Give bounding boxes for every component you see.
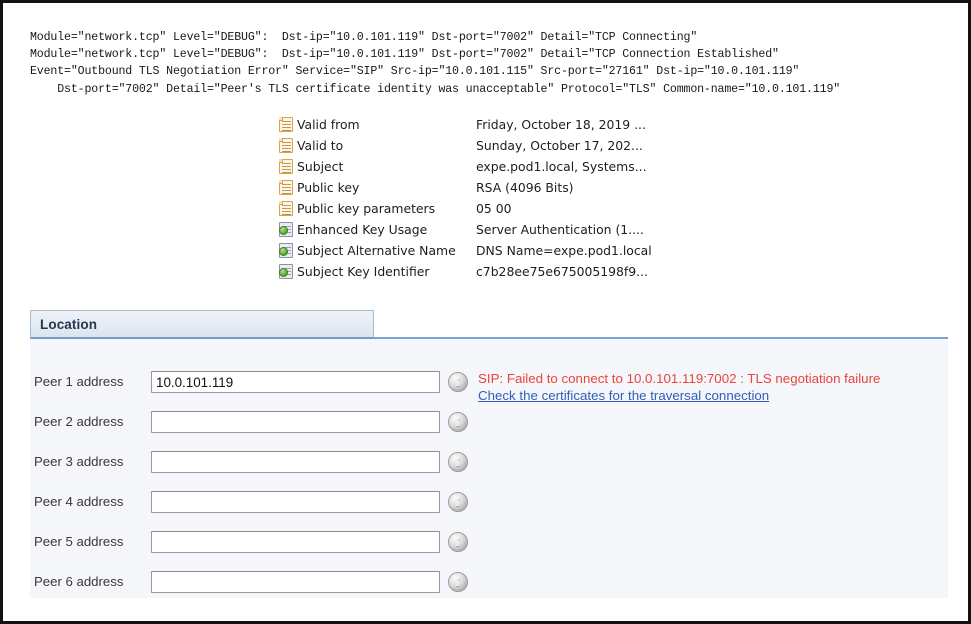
info-icon[interactable]: i	[448, 452, 468, 472]
certificate-row[interactable]: Valid to Sunday, October 17, 202...	[279, 135, 659, 156]
certificate-detail-list: Valid from Friday, October 18, 2019 ... …	[279, 114, 659, 282]
check-certificates-link[interactable]: Check the certificates for the traversal…	[478, 388, 769, 404]
log-line: Dst-port="7002" Detail="Peer's TLS certi…	[30, 81, 950, 98]
tab-strip: Location	[30, 310, 948, 340]
peer-2-address-label: Peer 2 address	[34, 414, 123, 429]
log-line: Module="network.tcp" Level="DEBUG": Dst-…	[30, 29, 950, 46]
log-line: Event="Outbound TLS Negotiation Error" S…	[30, 63, 950, 80]
peer-address-fields: Peer 1 address i SIP: Failed to connect …	[30, 339, 948, 598]
certificate-field-value: c7b28ee75e675005198f9...	[476, 264, 648, 279]
info-icon[interactable]: i	[448, 372, 468, 392]
certificate-field-icon	[279, 117, 293, 132]
field-row-peer-4: Peer 4 address i	[30, 491, 948, 515]
info-icon[interactable]: i	[448, 412, 468, 432]
info-icon[interactable]: i	[448, 492, 468, 512]
connection-error-message: SIP: Failed to connect to 10.0.101.119:7…	[478, 371, 948, 405]
location-form-panel: Location Peer 1 address i SIP: Failed to…	[30, 310, 948, 598]
info-icon-glyph: i	[449, 493, 467, 511]
certificate-field-label: Valid from	[297, 117, 360, 132]
tab-location-label: Location	[40, 317, 97, 332]
certificate-field-icon	[279, 180, 293, 195]
certificate-field-label: Subject	[297, 159, 343, 174]
certificate-row[interactable]: Public key RSA (4096 Bits)	[279, 177, 659, 198]
peer-5-address-input[interactable]	[151, 531, 440, 553]
field-row-peer-5: Peer 5 address i	[30, 531, 948, 555]
certificate-field-value: 05 00	[476, 201, 511, 216]
certificate-extension-icon	[279, 264, 293, 279]
certificate-field-icon	[279, 201, 293, 216]
certificate-row[interactable]: Subject expe.pod1.local, Systems...	[279, 156, 659, 177]
log-line: Module="network.tcp" Level="DEBUG": Dst-…	[30, 46, 950, 63]
tab-location[interactable]: Location	[30, 310, 374, 339]
certificate-field-value: Sunday, October 17, 202...	[476, 138, 643, 153]
certificate-field-value: Friday, October 18, 2019 ...	[476, 117, 646, 132]
certificate-field-label: Subject Key Identifier	[297, 264, 429, 279]
field-row-peer-3: Peer 3 address i	[30, 451, 948, 475]
field-row-peer-2: Peer 2 address i	[30, 411, 948, 435]
certificate-field-label: Subject Alternative Name	[297, 243, 456, 258]
peer-6-address-label: Peer 6 address	[34, 574, 123, 589]
certificate-field-value: expe.pod1.local, Systems...	[476, 159, 647, 174]
field-row-peer-1: Peer 1 address i SIP: Failed to connect …	[30, 371, 948, 395]
certificate-extension-icon	[279, 243, 293, 258]
info-icon-glyph: i	[449, 573, 467, 591]
certificate-row[interactable]: Public key parameters 05 00	[279, 198, 659, 219]
certificate-row[interactable]: Subject Key Identifier c7b28ee75e6750051…	[279, 261, 659, 282]
peer-1-address-input[interactable]	[151, 371, 440, 393]
certificate-field-label: Enhanced Key Usage	[297, 222, 427, 237]
certificate-field-value: RSA (4096 Bits)	[476, 180, 574, 195]
certificate-row[interactable]: Subject Alternative Name DNS Name=expe.p…	[279, 240, 659, 261]
certificate-field-label: Public key	[297, 180, 359, 195]
info-icon-glyph: i	[449, 533, 467, 551]
certificate-field-value: DNS Name=expe.pod1.local	[476, 243, 652, 258]
info-icon-glyph: i	[449, 413, 467, 431]
certificate-field-icon	[279, 138, 293, 153]
field-row-peer-6: Peer 6 address i	[30, 571, 948, 595]
info-icon-glyph: i	[449, 373, 467, 391]
certificate-row[interactable]: Enhanced Key Usage Server Authentication…	[279, 219, 659, 240]
peer-2-address-input[interactable]	[151, 411, 440, 433]
peer-1-address-label: Peer 1 address	[34, 374, 123, 389]
info-icon-glyph: i	[449, 453, 467, 471]
peer-3-address-input[interactable]	[151, 451, 440, 473]
info-icon[interactable]: i	[448, 532, 468, 552]
certificate-field-label: Public key parameters	[297, 201, 435, 216]
certificate-row[interactable]: Valid from Friday, October 18, 2019 ...	[279, 114, 659, 135]
certificate-field-label: Valid to	[297, 138, 343, 153]
info-icon[interactable]: i	[448, 572, 468, 592]
peer-4-address-input[interactable]	[151, 491, 440, 513]
peer-5-address-label: Peer 5 address	[34, 534, 123, 549]
peer-4-address-label: Peer 4 address	[34, 494, 123, 509]
certificate-field-value: Server Authentication (1....	[476, 222, 644, 237]
peer-6-address-input[interactable]	[151, 571, 440, 593]
peer-3-address-label: Peer 3 address	[34, 454, 123, 469]
certificate-extension-icon	[279, 222, 293, 237]
certificate-field-icon	[279, 159, 293, 174]
log-output: Module="network.tcp" Level="DEBUG": Dst-…	[30, 29, 950, 98]
screenshot-page: Module="network.tcp" Level="DEBUG": Dst-…	[0, 0, 971, 624]
error-text: SIP: Failed to connect to 10.0.101.119:7…	[478, 371, 948, 387]
